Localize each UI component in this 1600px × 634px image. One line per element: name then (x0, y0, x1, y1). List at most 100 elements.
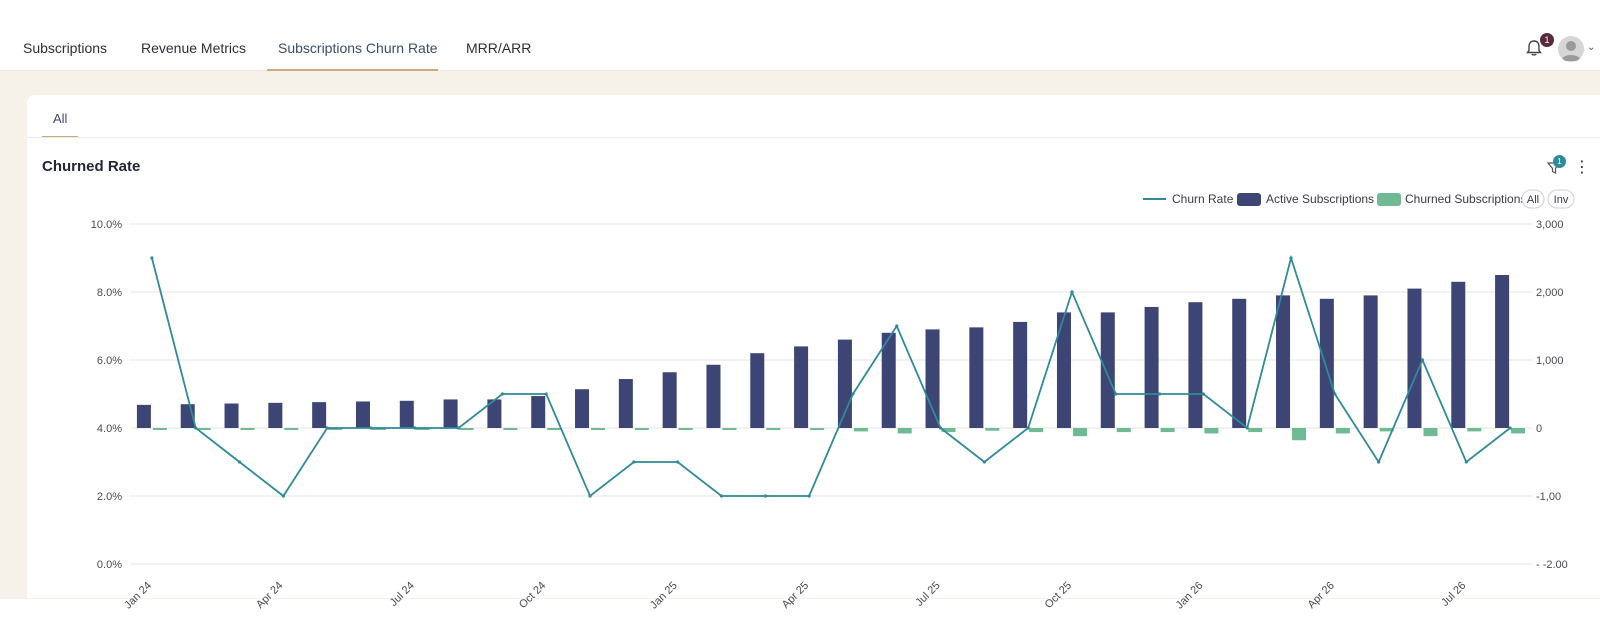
x-tick-label: Jul 25 (913, 580, 942, 609)
bar-active-subscriptions[interactable] (969, 327, 984, 428)
legend-active-subscriptions-label[interactable]: Active Subscriptions (1266, 192, 1374, 206)
bar-churned-subscriptions[interactable] (152, 428, 167, 430)
churn-rate-point[interactable] (1245, 426, 1249, 430)
x-tick-label: Apr 25 (780, 580, 811, 611)
churn-rate-point[interactable] (763, 494, 767, 498)
x-tick-label: Oct 24 (517, 580, 548, 611)
bar-churned-subscriptions[interactable] (853, 428, 868, 432)
churn-rate-point[interactable] (1070, 290, 1074, 294)
y-left-tick-label: 0.0% (97, 559, 122, 571)
bar-churned-subscriptions[interactable] (634, 428, 649, 430)
churn-rate-point[interactable] (719, 494, 724, 498)
bar-active-subscriptions[interactable] (1232, 298, 1247, 428)
churn-rate-point[interactable] (1289, 256, 1293, 260)
bar-churned-subscriptions[interactable] (1335, 428, 1350, 434)
churn-rate-point[interactable] (369, 426, 373, 430)
churn-rate-point[interactable] (676, 460, 680, 464)
churn-rate-point[interactable] (1377, 460, 1381, 464)
bar-churned-subscriptions[interactable] (1292, 428, 1307, 441)
bar-active-subscriptions[interactable] (618, 379, 633, 428)
bar-active-subscriptions[interactable] (224, 403, 239, 428)
bar-active-subscriptions[interactable] (1013, 321, 1028, 428)
churn-rate-point[interactable] (413, 426, 417, 430)
bar-churned-subscriptions[interactable] (591, 428, 606, 430)
y-right-tick-label: 1,000 (1536, 355, 1564, 367)
bar-active-subscriptions[interactable] (794, 346, 809, 428)
churn-rate-point[interactable] (325, 426, 329, 430)
bar-churned-subscriptions[interactable] (722, 428, 737, 430)
churn-chart: 10.0% 8.0% 6.0% 4.0% 2.0% 0.0% 3,000 2,000 1,000… (91, 189, 1575, 611)
bar-churned-subscriptions[interactable] (1029, 428, 1044, 433)
legend-all-button-label[interactable]: All (1527, 194, 1539, 206)
bar-active-subscriptions[interactable] (1319, 298, 1334, 428)
churn-rate-point[interactable] (1333, 392, 1337, 396)
bar-churned-subscriptions[interactable] (1511, 428, 1526, 434)
bar-active-subscriptions[interactable] (1407, 288, 1422, 428)
bar-churned-subscriptions[interactable] (766, 428, 781, 431)
bar-churned-subscriptions[interactable] (547, 428, 562, 430)
churn-rate-point[interactable] (500, 392, 505, 396)
churn-rate-point[interactable] (194, 426, 198, 430)
bar-churned-subscriptions[interactable] (810, 428, 825, 431)
churn-rate-point[interactable] (632, 460, 636, 464)
bar-active-subscriptions[interactable] (925, 329, 940, 428)
bar-churned-subscriptions[interactable] (1204, 428, 1219, 434)
churn-rate-point[interactable] (1114, 392, 1118, 396)
bar-active-subscriptions[interactable] (136, 404, 151, 428)
bar-churned-subscriptions[interactable] (897, 428, 912, 434)
churn-rate-point[interactable] (1420, 358, 1425, 362)
bar-churned-subscriptions[interactable] (284, 428, 299, 430)
bar-active-subscriptions[interactable] (443, 399, 458, 428)
bar-active-subscriptions[interactable] (1495, 275, 1510, 428)
bar-active-subscriptions[interactable] (750, 353, 765, 428)
bar-churned-subscriptions[interactable] (678, 428, 693, 430)
churn-rate-point[interactable] (237, 460, 242, 464)
bar-churned-subscriptions[interactable] (503, 428, 518, 430)
churn-rate-point[interactable] (807, 494, 811, 498)
churn-rate-point[interactable] (456, 426, 461, 430)
bar-churned-subscriptions[interactable] (1467, 428, 1482, 432)
bar-churned-subscriptions[interactable] (1116, 428, 1131, 433)
bar-active-subscriptions[interactable] (662, 372, 677, 428)
x-tick-label: Apr 26 (1306, 580, 1337, 611)
churn-rate-point[interactable] (1157, 392, 1162, 396)
churn-rate-point[interactable] (1026, 426, 1030, 430)
legend-churn-rate-label[interactable]: Churn Rate (1172, 192, 1234, 206)
bar-churned-subscriptions[interactable] (1423, 428, 1438, 437)
churn-rate-point[interactable] (1464, 460, 1468, 464)
bar-active-subscriptions[interactable] (1100, 312, 1115, 428)
bar-churned-subscriptions[interactable] (985, 428, 1000, 431)
y-right-tick-label: - -2.00 (1536, 559, 1568, 571)
bar-active-subscriptions[interactable] (575, 389, 590, 428)
bar-active-subscriptions[interactable] (399, 400, 414, 428)
bar-active-subscriptions[interactable] (1188, 302, 1203, 428)
churn-rate-point[interactable] (588, 494, 592, 498)
bar-active-subscriptions[interactable] (706, 364, 721, 428)
churn-rate-point[interactable] (851, 392, 855, 396)
churn-rate-point[interactable] (281, 494, 285, 498)
bar-active-subscriptions[interactable] (355, 401, 370, 428)
bar-active-subscriptions[interactable] (1451, 281, 1466, 428)
legend-churned-subscriptions-label[interactable]: Churned Subscriptions (1405, 192, 1526, 206)
bar-active-subscriptions[interactable] (1276, 295, 1291, 428)
churn-rate-point[interactable] (982, 460, 986, 464)
bar-churned-subscriptions[interactable] (459, 428, 474, 430)
bar-active-subscriptions[interactable] (1363, 295, 1378, 428)
churn-rate-point[interactable] (1508, 426, 1512, 430)
bar-active-subscriptions[interactable] (531, 396, 546, 428)
churn-rate-point[interactable] (895, 324, 899, 328)
bar-active-subscriptions[interactable] (312, 402, 327, 428)
churn-rate-point[interactable] (1201, 392, 1206, 396)
bar-churned-subscriptions[interactable] (1160, 428, 1175, 433)
bar-active-subscriptions[interactable] (1144, 306, 1159, 428)
bar-churned-subscriptions[interactable] (240, 428, 255, 430)
legend-active-subscriptions-swatch[interactable] (1237, 193, 1261, 206)
bar-active-subscriptions[interactable] (268, 402, 283, 428)
churn-rate-point[interactable] (544, 392, 548, 396)
legend-inv-button-label[interactable]: Inv (1554, 194, 1569, 206)
churn-rate-point[interactable] (150, 256, 154, 260)
legend-churned-subscriptions-swatch[interactable] (1377, 193, 1401, 206)
bar-churned-subscriptions[interactable] (1072, 428, 1087, 437)
churn-rate-point[interactable] (938, 426, 943, 430)
bar-churned-subscriptions[interactable] (1248, 428, 1263, 433)
